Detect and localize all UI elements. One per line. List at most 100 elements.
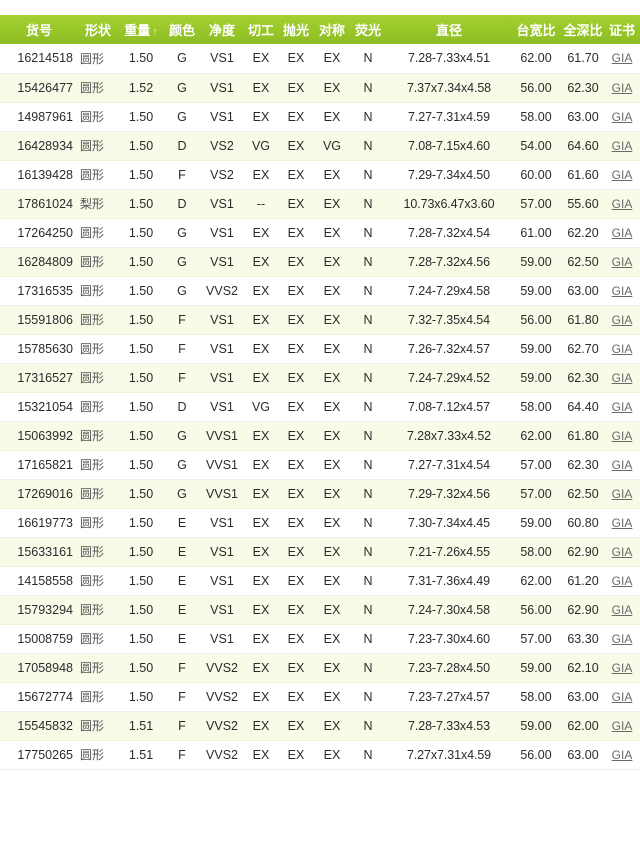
certificate-link[interactable]: GIA [612,313,633,327]
table-row[interactable]: 17316535 圆形 1.50 G VVS2 EX EX EX N 7.24-7.29x4.58… [0,276,640,306]
cell-certificate[interactable]: GIA [606,218,638,248]
cell-symmetry: EX [314,189,350,219]
table-row[interactable]: 15672774 圆形 1.50 F VVS2 EX EX EX N 7.23-7.27x4.57… [0,682,640,712]
cell-certificate[interactable]: GIA [606,595,638,625]
cell-certificate[interactable]: GIA [606,508,638,538]
cell-certificate[interactable]: GIA [606,73,638,103]
cell-color: G [164,44,200,74]
certificate-link[interactable]: GIA [612,284,633,298]
table-row[interactable]: 17861024 梨形 1.50 D VS1 -- EX EX N 10.73x6.47x3.60… [0,189,640,219]
cell-certificate[interactable]: GIA [606,421,638,451]
certificate-link[interactable]: GIA [612,661,633,675]
certificate-link[interactable]: GIA [612,371,633,385]
cell-certificate[interactable]: GIA [606,44,638,74]
table-row[interactable]: 17165821 圆形 1.50 G VVS1 EX EX EX N 7.27-7.31x4.54… [0,450,640,480]
cell-certificate[interactable]: GIA [606,711,638,741]
certificate-link[interactable]: GIA [612,545,633,559]
cell-certificate[interactable]: GIA [606,305,638,335]
column-header-color[interactable]: 颜色 [164,15,200,44]
table-row[interactable]: 15545832 圆形 1.51 F VVS2 EX EX EX N 7.28-7.33x4.53… [0,711,640,741]
cell-certificate[interactable]: GIA [606,450,638,480]
cell-certificate[interactable]: GIA [606,624,638,654]
cell-weight: 1.50 [118,218,164,248]
certificate-link[interactable]: GIA [612,226,633,240]
cell-certificate[interactable]: GIA [606,392,638,422]
cell-certificate[interactable]: GIA [606,334,638,364]
certificate-link[interactable]: GIA [612,429,633,443]
certificate-link[interactable]: GIA [612,110,633,124]
table-row[interactable]: 15063992 圆形 1.50 G VVS1 EX EX EX N 7.28x7.33x4.52… [0,421,640,451]
certificate-link[interactable]: GIA [612,197,633,211]
certificate-link[interactable]: GIA [612,139,633,153]
cell-certificate[interactable]: GIA [606,363,638,393]
table-row[interactable]: 16619773 圆形 1.50 E VS1 EX EX EX N 7.30-7.34x4.45 5… [0,508,640,538]
certificate-link[interactable]: GIA [612,748,633,762]
cell-diameter: 7.37x7.34x4.58 [386,73,512,103]
table-row[interactable]: 14158558 圆形 1.50 E VS1 EX EX EX N 7.31-7.36x4.49 6… [0,566,640,596]
cell-sku: 15793294 [0,595,78,625]
table-row[interactable]: 16284809 圆形 1.50 G VS1 EX EX EX N 7.28-7.32x4.56 5… [0,247,640,277]
column-header-depth-percent[interactable]: 全深比 [560,15,606,44]
table-row[interactable]: 15793294 圆形 1.50 E VS1 EX EX EX N 7.24-7.30x4.58 5… [0,595,640,625]
certificate-link[interactable]: GIA [612,51,633,65]
cell-certificate[interactable]: GIA [606,189,638,219]
column-header-clarity[interactable]: 净度 [200,15,244,44]
table-row[interactable]: 17316527 圆形 1.50 F VS1 EX EX EX N 7.24-7.29x4.52 5… [0,363,640,393]
cell-certificate[interactable]: GIA [606,479,638,509]
certificate-link[interactable]: GIA [612,168,633,182]
table-row[interactable]: 14987961 圆形 1.50 G VS1 EX EX EX N 7.27-7.31x4.59 5… [0,102,640,132]
column-header-weight[interactable]: 重量 ↑ [118,15,164,44]
certificate-link[interactable]: GIA [612,400,633,414]
certificate-link[interactable]: GIA [612,719,633,733]
table-row[interactable]: 15321054 圆形 1.50 D VS1 VG EX EX N 7.08-7.12x4.57 5… [0,392,640,422]
cell-depth-percent: 55.60 [560,189,606,219]
certificate-link[interactable]: GIA [612,487,633,501]
column-header-diameter[interactable]: 直径 [386,15,512,44]
column-header-polish[interactable]: 抛光 [278,15,314,44]
cell-certificate[interactable]: GIA [606,740,638,770]
table-row[interactable]: 17058948 圆形 1.50 F VVS2 EX EX EX N 7.23-7.28x4.50… [0,653,640,683]
cell-sku: 17316527 [0,363,78,393]
cell-certificate[interactable]: GIA [606,276,638,306]
certificate-link[interactable]: GIA [612,255,633,269]
table-row[interactable]: 16428934 圆形 1.50 D VS2 VG EX VG N 7.08-7.15x4.60 5… [0,131,640,161]
cell-certificate[interactable]: GIA [606,102,638,132]
certificate-link[interactable]: GIA [612,603,633,617]
cell-polish: EX [278,508,314,538]
cell-certificate[interactable]: GIA [606,247,638,277]
column-header-table-percent[interactable]: 台宽比 [512,15,560,44]
column-header-certificate[interactable]: 证书 [606,15,638,44]
column-header-symmetry[interactable]: 对称 [314,15,350,44]
cell-certificate[interactable]: GIA [606,160,638,190]
column-header-shape[interactable]: 形状 [78,15,118,44]
table-row[interactable]: 16214518 圆形 1.50 G VS1 EX EX EX N 7.28-7.33x4.51 6… [0,44,640,74]
certificate-link[interactable]: GIA [612,516,633,530]
certificate-link[interactable]: GIA [612,574,633,588]
table-row[interactable]: 15426477 圆形 1.52 G VS1 EX EX EX N 7.37x7.34x4.58 5… [0,73,640,103]
table-row[interactable]: 16139428 圆形 1.50 F VS2 EX EX EX N 7.29-7.34x4.50 6… [0,160,640,190]
table-row[interactable]: 15008759 圆形 1.50 E VS1 EX EX EX N 7.23-7.30x4.60 5… [0,624,640,654]
column-header-cut[interactable]: 切工 [244,15,278,44]
cell-certificate[interactable]: GIA [606,682,638,712]
column-header-sku[interactable]: 货号 [0,15,78,44]
cell-symmetry: EX [314,334,350,364]
table-row[interactable]: 17750265 圆形 1.51 F VVS2 EX EX EX N 7.27x7.31x4.59… [0,740,640,770]
cell-clarity: VVS2 [200,682,244,712]
certificate-link[interactable]: GIA [612,632,633,646]
table-row[interactable]: 17264250 圆形 1.50 G VS1 EX EX EX N 7.28-7.32x4.54 6… [0,218,640,248]
cell-certificate[interactable]: GIA [606,131,638,161]
table-row[interactable]: 17269016 圆形 1.50 G VVS1 EX EX EX N 7.29-7.32x4.56… [0,479,640,509]
table-row[interactable]: 15633161 圆形 1.50 E VS1 EX EX EX N 7.21-7.26x4.55 5… [0,537,640,567]
certificate-link[interactable]: GIA [612,342,633,356]
cell-certificate[interactable]: GIA [606,566,638,596]
table-row[interactable]: 15785630 圆形 1.50 F VS1 EX EX EX N 7.26-7.32x4.57 5… [0,334,640,364]
cell-certificate[interactable]: GIA [606,653,638,683]
column-header-certificate-label: 证书 [608,23,635,38]
cell-certificate[interactable]: GIA [606,537,638,567]
certificate-link[interactable]: GIA [612,690,633,704]
cell-diameter: 7.24-7.29x4.58 [386,276,512,306]
column-header-fluorescence[interactable]: 荧光 [350,15,386,44]
table-row[interactable]: 15591806 圆形 1.50 F VS1 EX EX EX N 7.32-7.35x4.54 5… [0,305,640,335]
certificate-link[interactable]: GIA [612,458,633,472]
certificate-link[interactable]: GIA [612,81,633,95]
